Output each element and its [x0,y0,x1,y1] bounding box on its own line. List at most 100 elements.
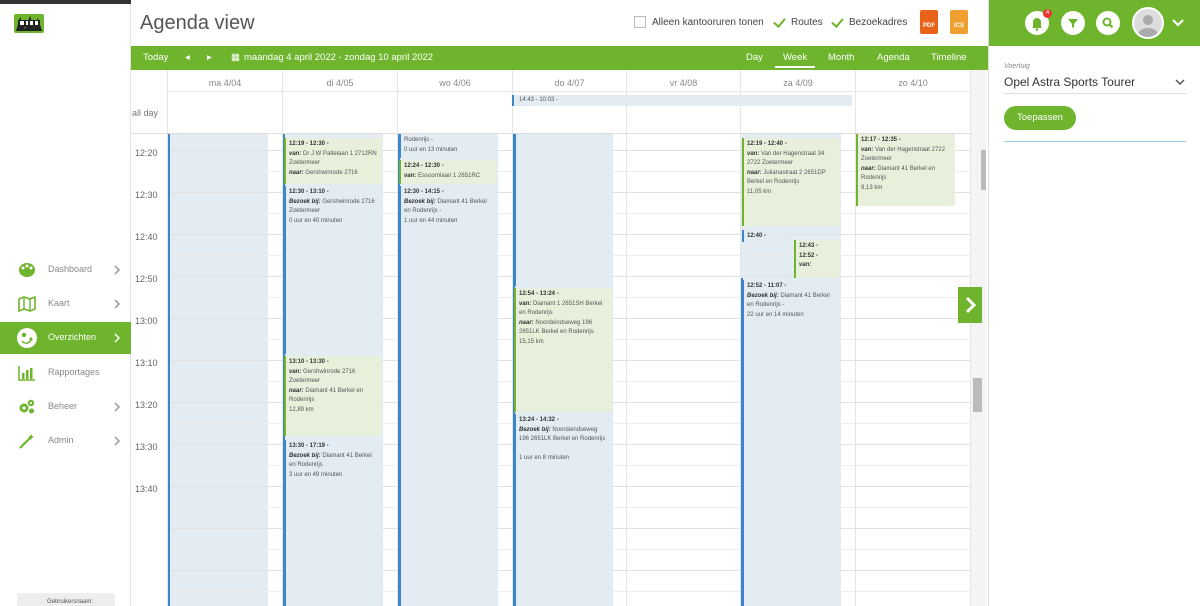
pdf-export-icon[interactable]: PDF [920,10,938,34]
wand-icon [19,434,34,449]
routes-checkbox[interactable] [773,16,785,28]
search-icon [1102,17,1114,29]
sidebar-item-label: Dashboard [48,264,93,274]
apply-button[interactable]: Toepassen [1004,106,1076,130]
chevron-right-icon [114,402,121,412]
sidebar-item-kaart[interactable]: Kaart [0,288,131,320]
visits-option[interactable]: Bezoekadres [831,16,907,28]
chevron-down-icon[interactable] [1174,78,1186,86]
divider [1004,141,1186,142]
vehicle-label: Voertuig [1004,63,1030,70]
calendar-event[interactable]: 12:54 - 13:24 - van: Diamant 1 2651SH Be… [514,288,612,412]
calendar-event[interactable]: 12:19 - 12:40 - van: Van der Hagenstraat… [742,138,840,226]
calendar-event[interactable]: 12:17 - 12:35 - van: Van der Hagenstraat… [856,134,955,206]
time-label: 12:40 [135,232,158,242]
visits-checkbox[interactable] [831,16,843,28]
view-month-button[interactable]: Month [820,52,862,63]
day-header[interactable]: do 4/07 [512,70,626,92]
right-panel-header: 4 [989,0,1200,46]
calendar-event[interactable]: 12:52 - 11:07 - Bezoek bij: Diamant 41 B… [742,280,840,606]
column-bg [168,134,268,606]
filter-icon [1068,19,1078,28]
user-label: Gebruikersnaam: [47,599,94,605]
sidebar-item-label: Rapportages [48,367,100,377]
office-hours-checkbox[interactable] [634,16,646,28]
day-header[interactable]: wo 4/06 [397,70,512,92]
view-day-button[interactable]: Day [738,52,771,63]
calendar-scroll-thumb[interactable] [973,378,982,412]
gears-icon [19,399,35,414]
routes-label: Routes [791,16,823,28]
sidebar-item-beheer[interactable]: Beheer [0,391,131,423]
notification-badge: 4 [1043,9,1052,18]
logo [14,14,44,33]
main: Agenda view Alleen kantooruren tonen Rou… [131,0,988,606]
view-timeline-button[interactable]: Timeline [923,52,975,63]
user-box[interactable]: Gebruikersnaam: [17,593,115,606]
sidebar-item-label: Overzichten [48,332,97,342]
sidebar-item-admin[interactable]: Admin [0,425,131,457]
calendar-event[interactable]: Rodenrijs - 0 uur en 13 minuten [399,134,497,158]
calendar-icon[interactable]: ▦ [231,52,240,63]
day-header[interactable]: ma 4/04 [167,70,282,92]
all-day-label: all day [132,108,159,118]
calendar-event[interactable]: 12:40 - [742,230,788,242]
sidebar-item-rapportages[interactable]: Rapportages [0,357,131,389]
map-icon [18,296,36,312]
grid-vline [626,70,627,606]
view-agenda-button[interactable]: Agenda [869,52,918,63]
divider [1004,93,1186,94]
route-icon [17,328,37,348]
today-button[interactable]: Today [143,52,168,63]
avatar[interactable] [1132,7,1164,39]
chevron-right-icon [965,296,977,314]
filter-button[interactable] [1061,11,1085,35]
time-label: 13:10 [135,358,158,368]
day-header[interactable]: vr 4/08 [626,70,740,92]
time-label: 12:50 [135,274,158,284]
all-day-event[interactable]: 14:43 - 10:03 - [512,95,852,106]
sidebar-item-label: Kaart [48,298,70,308]
date-range[interactable]: maandag 4 april 2022 - zondag 10 april 2… [244,52,433,63]
user-icon [1138,15,1158,37]
ics-export-icon[interactable]: ICS [950,10,968,34]
calendar-scroll-thumb-secondary[interactable] [981,150,986,190]
calendar-event[interactable]: 13:30 - 17:19 - Bezoek bij: Diamant 41 B… [284,440,382,606]
right-panel: 4 Voertuig Opel Astra Sports Tourer Toep… [988,0,1200,606]
panel-toggle-button[interactable] [958,287,982,323]
time-label: 13:20 [135,400,158,410]
calendar-event[interactable]: 12:30 - 13:10 - Bezoek bij: Gershwinrode… [284,186,382,354]
chevron-right-icon [114,299,121,309]
routes-option[interactable]: Routes [773,16,823,28]
calendar-event[interactable]: 13:24 - 14:32 - Bezoek bij: Noordeindsew… [514,414,612,606]
calendar-event[interactable] [514,134,612,286]
chevron-right-icon [114,436,121,446]
vehicle-select[interactable]: Opel Astra Sports Tourer [1004,75,1135,89]
day-header[interactable]: di 4/05 [282,70,397,92]
page-title: Agenda view [140,12,255,34]
bar-chart-icon [18,366,35,381]
chevron-right-icon [114,333,121,343]
day-header[interactable]: zo 4/10 [855,70,970,92]
calendar-event[interactable]: 13:10 - 13:30 - van: Gershwinrode 2716 Z… [284,356,382,436]
app: Dashboard Kaart Overzichten Rapportages … [0,0,1200,606]
calendar-event[interactable]: 12:30 - 14:15 - Bezoek bij: Diamant 41 B… [399,186,497,606]
calendar-event[interactable]: 12:19 - 12:30 - van: Dr J W Paltelaan 1 … [284,138,382,184]
sidebar-item-label: Admin [48,435,74,445]
calendar-grid: ma 4/04 di 4/05 wo 4/06 do 4/07 vr 4/08 … [131,70,971,606]
view-week-button[interactable]: Week [775,52,816,68]
calendar-event[interactable]: 12:24 - 12:30 - van: Essoornlaan 1 2651R… [399,160,497,184]
sidebar-item-overzichten[interactable]: Overzichten [0,322,131,354]
office-hours-label: Alleen kantooruren tonen [652,16,764,28]
time-label: 13:30 [135,442,158,452]
time-label: 13:00 [135,316,158,326]
office-hours-option[interactable]: Alleen kantooruren tonen [634,16,764,28]
chevron-down-icon[interactable] [1171,17,1185,29]
next-week-icon[interactable]: ▸ [207,52,212,63]
day-header[interactable]: za 4/09 [740,70,855,92]
prev-week-icon[interactable]: ◂ [185,52,190,63]
sidebar-item-dashboard[interactable]: Dashboard [0,254,131,286]
palette-icon [19,263,35,277]
search-button[interactable] [1096,11,1120,35]
calendar-event[interactable]: 12:43 - 12:52 - van: [794,240,840,278]
